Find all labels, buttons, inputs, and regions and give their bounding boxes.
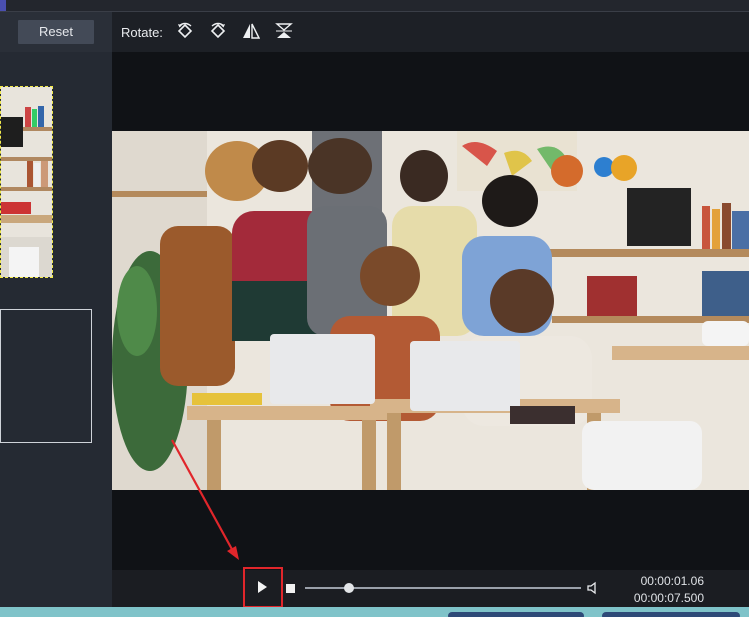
rotate-label: Rotate: xyxy=(121,25,163,40)
reset-button[interactable]: Reset xyxy=(18,20,94,44)
flip-horizontal-icon[interactable] xyxy=(242,22,261,40)
total-time: 00:00:07.500 xyxy=(633,591,704,605)
crop-frame-outline[interactable] xyxy=(0,309,92,443)
crop-rotate-toolbar xyxy=(0,12,749,52)
crop-thumbnail[interactable] xyxy=(0,86,53,278)
flip-vertical-icon[interactable] xyxy=(275,22,293,40)
bottom-button-left[interactable] xyxy=(448,612,584,617)
bottom-button-right[interactable] xyxy=(602,612,740,617)
title-accent xyxy=(0,0,6,11)
video-editor-window: Reset Rotate: 00:00:01.06 00:00:07.500 xyxy=(0,0,749,617)
video-frame xyxy=(112,131,749,490)
current-time: 00:00:01.06 xyxy=(640,574,704,588)
play-button[interactable] xyxy=(243,567,283,608)
volume-icon[interactable] xyxy=(586,581,600,595)
stop-button[interactable] xyxy=(286,584,295,593)
play-icon xyxy=(258,581,267,593)
rotate-left-icon[interactable] xyxy=(176,22,194,40)
rotate-right-icon[interactable] xyxy=(209,22,227,40)
title-bar xyxy=(0,0,749,12)
